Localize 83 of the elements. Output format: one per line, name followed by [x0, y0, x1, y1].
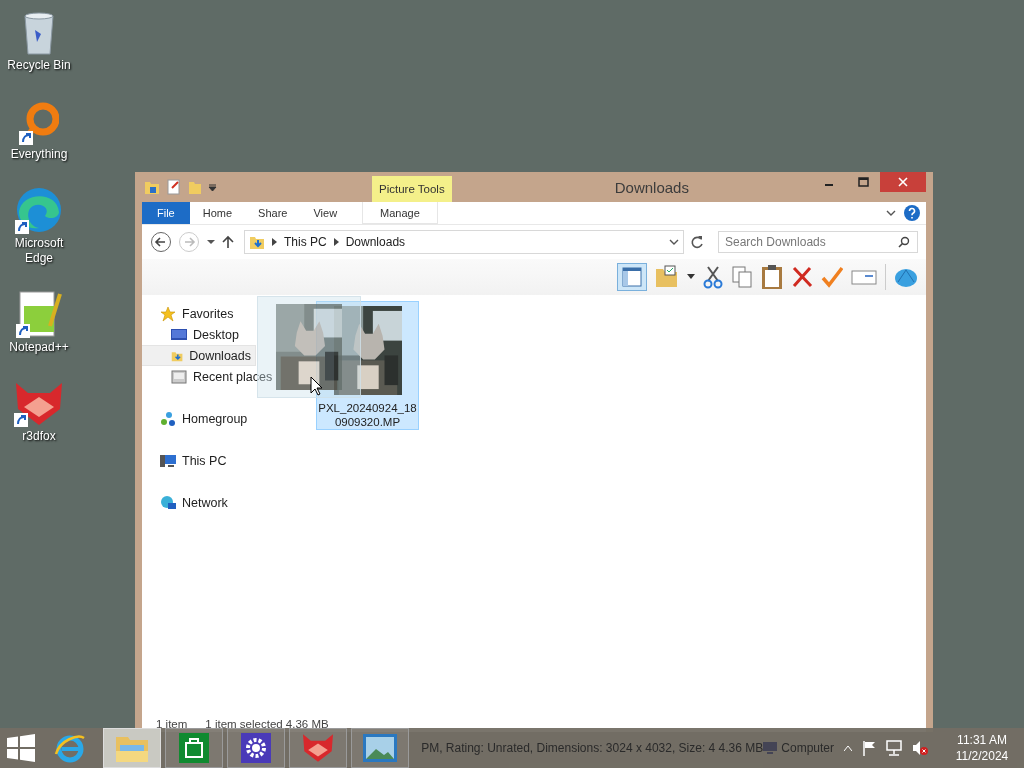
- desktop-icon-label[interactable]: Recycle Bin: [7, 58, 71, 73]
- nav-item[interactable]: This PC: [142, 450, 231, 471]
- nav-item[interactable]: Downloads: [142, 345, 256, 366]
- details-text: PM, Rating: Unrated, Dimensions: 3024 x 4032, Size: 4 4.36 MB: [421, 741, 764, 755]
- dropdown-icon[interactable]: [687, 274, 695, 280]
- close-icon: [898, 177, 908, 187]
- nav-item[interactable]: Desktop: [142, 324, 243, 345]
- shortcut-arrow-icon: [16, 324, 30, 338]
- dropdown-icon[interactable]: [669, 238, 679, 246]
- caret-icon[interactable]: [844, 745, 852, 751]
- folder-arrow-icon: [249, 234, 265, 250]
- recent-places-icon: [171, 368, 187, 385]
- help-icon[interactable]: [904, 205, 920, 221]
- context-tab-header: Picture Tools: [372, 176, 452, 202]
- shortcut-arrow-icon: [14, 413, 28, 427]
- clock-time[interactable]: 11:31 AM: [957, 732, 1007, 748]
- nav-item[interactable]: Homegroup: [142, 408, 252, 429]
- rename-icon[interactable]: [851, 268, 877, 286]
- fox-icon: [14, 381, 64, 427]
- clipboard-icon[interactable]: [761, 264, 783, 290]
- cursor-icon: [310, 376, 324, 396]
- up-arrow-icon[interactable]: [222, 235, 234, 249]
- desktop-icon-image[interactable]: [16, 288, 62, 338]
- ribbon-tab[interactable]: Home: [189, 202, 246, 224]
- file-name: PXL_20240924_180909320.MP: [317, 401, 418, 429]
- maximize-icon: [857, 177, 869, 187]
- shopping-bag-icon: [179, 733, 210, 763]
- notepad-icon: [16, 290, 62, 338]
- folder-check-icon[interactable]: [655, 265, 679, 289]
- minimize-icon: [825, 184, 833, 186]
- photo-icon: [363, 734, 398, 762]
- chevron-icon: [272, 238, 277, 246]
- ribbon-tab[interactable]: Manage: [362, 202, 438, 224]
- computer-icon: [160, 452, 176, 469]
- checkmark-icon[interactable]: [821, 266, 843, 288]
- browser-e-icon: [54, 732, 87, 764]
- chevron-icon: [333, 238, 339, 246]
- dropdown-icon[interactable]: [208, 182, 217, 192]
- preview-pane-button[interactable]: [617, 263, 647, 291]
- nav-item[interactable]: Network: [142, 492, 232, 513]
- properties-icon: [166, 179, 182, 195]
- network-icon[interactable]: [886, 740, 902, 756]
- status-item-count: 1 item: [156, 718, 188, 730]
- browser-wave-icon: [15, 186, 63, 234]
- address-bar[interactable]: This PC Downloads: [244, 230, 684, 254]
- ribbon-tab[interactable]: File: [142, 202, 190, 224]
- expand-ribbon-icon[interactable]: [886, 209, 896, 217]
- taskbar-app-button[interactable]: [227, 728, 286, 768]
- desktop-icon-label[interactable]: Microsoft Edge: [0, 236, 78, 266]
- cut-icon[interactable]: [703, 265, 723, 289]
- settings-icon: [241, 733, 272, 763]
- window-title: Downloads: [613, 178, 690, 198]
- computer-icon: [763, 742, 778, 754]
- ribbon-tab[interactable]: Share: [245, 202, 301, 224]
- recent-locations-caret-icon[interactable]: [206, 238, 216, 246]
- desktop-icon-label[interactable]: r3dfox: [22, 429, 56, 444]
- clock-date[interactable]: 11/2/2024: [955, 748, 1009, 764]
- nav-item[interactable]: Recent places: [142, 366, 277, 387]
- folder-icon: [144, 179, 160, 195]
- tray-label: Computer: [781, 741, 834, 755]
- ribbon-tab[interactable]: View: [300, 202, 351, 224]
- shortcut-arrow-icon: [19, 131, 33, 145]
- speaker-muted-icon[interactable]: [912, 740, 928, 756]
- new-folder-icon: [188, 179, 202, 195]
- fox-icon: [301, 733, 336, 763]
- refresh-icon[interactable]: [690, 235, 704, 249]
- taskbar-app-button[interactable]: [165, 728, 224, 768]
- windows-logo-icon: [6, 734, 35, 762]
- nav-item[interactable]: Favorites: [142, 303, 238, 324]
- delete-icon[interactable]: [791, 266, 813, 288]
- monitor-icon: [171, 327, 187, 342]
- homegroup-icon: [160, 410, 176, 427]
- back-button[interactable]: [150, 231, 172, 253]
- desktop-icon-label[interactable]: Everything: [10, 147, 68, 162]
- network-icon: [160, 494, 176, 511]
- star-icon: [160, 305, 176, 322]
- breadcrumb[interactable]: Downloads: [345, 235, 406, 249]
- status-selection: 1 item selected 4.36 MB: [205, 718, 329, 730]
- desktop-icon-label[interactable]: Notepad++: [9, 340, 69, 355]
- shortcut-arrow-icon: [15, 220, 29, 234]
- flag-icon[interactable]: [862, 740, 876, 756]
- breadcrumb[interactable]: This PC: [284, 235, 327, 249]
- search-field[interactable]: Search Downloads: [718, 231, 918, 253]
